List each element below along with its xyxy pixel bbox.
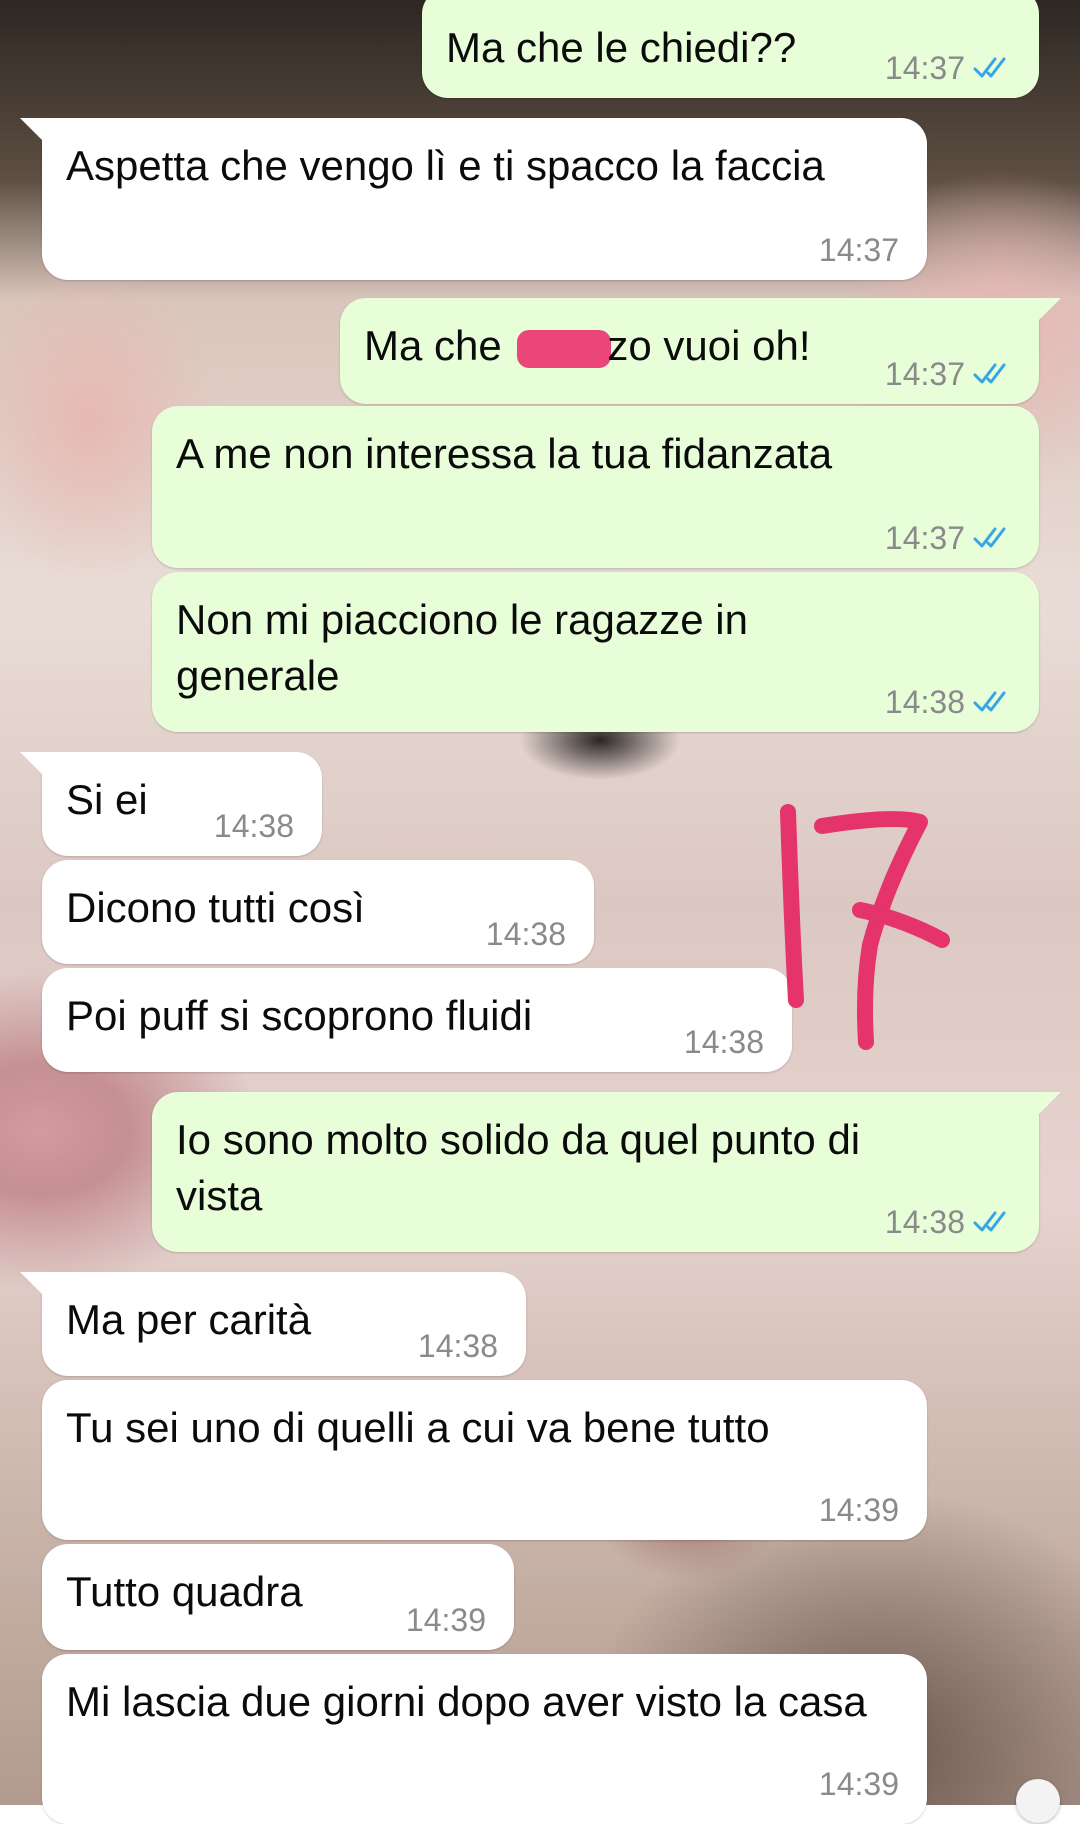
double-check-icon <box>973 57 1006 78</box>
message-meta: 14:38 <box>418 1328 498 1364</box>
message-meta: 14:39 <box>406 1602 486 1638</box>
message-meta: 14:37 <box>819 232 899 268</box>
message-bubble-incoming[interactable]: Mi lascia due giorni dopo aver visto la … <box>42 1654 927 1824</box>
scroll-to-bottom-button[interactable] <box>1016 1779 1060 1823</box>
message-time: 14:39 <box>818 1766 899 1802</box>
message-bubble-incoming[interactable]: Tutto quadra 14:39 <box>42 1544 514 1650</box>
message-text-part: zo vuoi oh! <box>607 322 811 369</box>
message-text: Poi puff si scoprono fluidi <box>66 992 533 1039</box>
message-meta: 14:38 <box>486 916 566 952</box>
message-time: 14:39 <box>405 1602 486 1638</box>
message-time: 14:37 <box>884 356 965 392</box>
message-text: Mi lascia due giorni dopo aver visto la … <box>66 1678 867 1725</box>
message-time: 14:38 <box>485 916 566 952</box>
message-time: 14:37 <box>884 50 965 86</box>
message-bubble-outgoing[interactable]: A me non interessa la tua fidanzata 14:3… <box>152 406 1039 568</box>
message-bubble-incoming[interactable]: Si ei 14:38 <box>20 752 322 856</box>
message-time: 14:37 <box>818 232 899 268</box>
message-bubble-incoming[interactable]: Tu sei uno di quelli a cui va bene tutto… <box>42 1380 927 1540</box>
message-time: 14:39 <box>818 1492 899 1528</box>
message-meta: 14:37 <box>885 356 1015 392</box>
message-bubble-incoming[interactable]: Ma per carità 14:38 <box>20 1272 526 1376</box>
handwritten-annotation <box>780 804 950 1050</box>
message-text: A me non interessa la tua fidanzata <box>176 430 833 477</box>
message-text: Io sono molto solido da quel punto di vi… <box>176 1116 872 1219</box>
double-check-icon <box>973 363 1006 384</box>
message-text: Tu sei uno di quelli a cui va bene tutto <box>66 1404 770 1451</box>
message-time: 14:37 <box>884 520 965 556</box>
message-bubble-incoming[interactable]: Poi puff si scoprono fluidi 14:38 <box>42 968 792 1072</box>
message-time: 14:38 <box>683 1024 764 1060</box>
double-check-icon <box>973 691 1006 712</box>
message-meta: 14:38 <box>885 684 1015 720</box>
message-time: 14:38 <box>417 1328 498 1364</box>
message-meta: 14:38 <box>684 1024 764 1060</box>
message-text: Aspetta che vengo lì e ti spacco la facc… <box>66 142 825 189</box>
message-meta: 14:39 <box>819 1766 899 1802</box>
message-meta: 14:39 <box>819 1492 899 1528</box>
message-bubble-outgoing[interactable]: Ma che le chiedi?? 14:37 <box>422 0 1039 98</box>
message-bubble-outgoing[interactable]: Ma che zo vuoi oh! 14:37 <box>340 298 1061 404</box>
message-meta: 14:38 <box>214 808 294 844</box>
message-bubble-incoming[interactable]: Dicono tutti così 14:38 <box>42 860 594 964</box>
censor-bar <box>517 330 612 368</box>
message-time: 14:38 <box>884 684 965 720</box>
message-meta: 14:38 <box>885 1204 1015 1240</box>
message-meta: 14:37 <box>885 50 1015 86</box>
double-check-icon <box>973 1211 1006 1232</box>
message-meta: 14:37 <box>885 520 1015 556</box>
message-time: 14:38 <box>884 1204 965 1240</box>
message-bubble-incoming[interactable]: Aspetta che vengo lì e ti spacco la facc… <box>20 118 927 280</box>
message-bubble-outgoing[interactable]: Non mi piacciono le ragazze in generale … <box>152 572 1039 732</box>
message-text: Non mi piacciono le ragazze in generale <box>176 596 760 699</box>
message-text-part: Ma che <box>364 322 514 369</box>
double-check-icon <box>973 527 1006 548</box>
message-bubble-outgoing[interactable]: Io sono molto solido da quel punto di vi… <box>152 1092 1061 1252</box>
message-time: 14:38 <box>213 808 294 844</box>
